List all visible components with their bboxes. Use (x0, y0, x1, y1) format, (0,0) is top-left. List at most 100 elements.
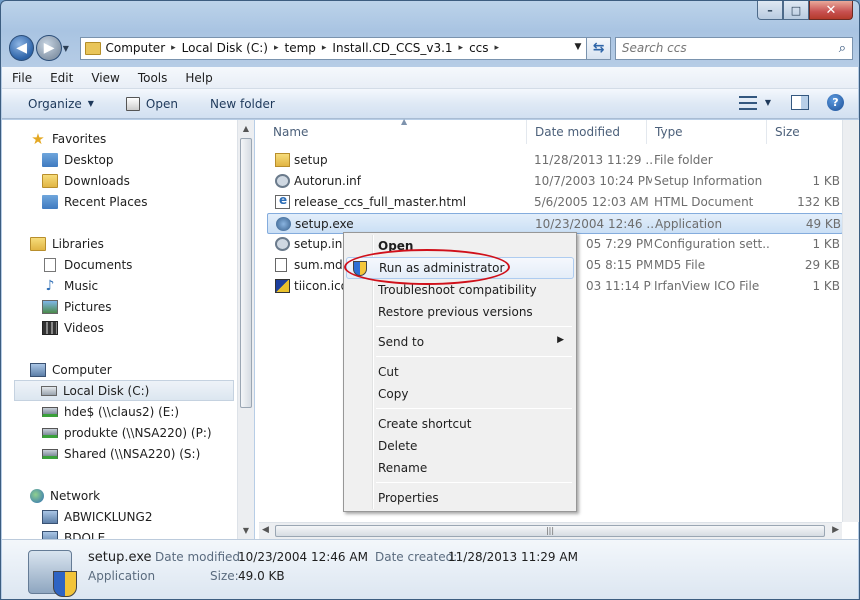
search-icon[interactable]: ⌕ (839, 41, 846, 56)
nav-computer[interactable]: Computer (30, 359, 112, 380)
menu-edit[interactable]: Edit (50, 71, 73, 85)
recent-pages-dropdown[interactable]: ▼ (63, 44, 75, 53)
nav-videos[interactable]: Videos (42, 317, 104, 338)
nav-local-disk[interactable]: Local Disk (C:) (14, 380, 234, 401)
submenu-arrow-icon: ▶ (557, 335, 564, 345)
nav-desktop[interactable]: Desktop (42, 149, 114, 170)
file-date: 5/6/2005 12:03 AM (534, 195, 649, 209)
refresh-button[interactable]: ⇆ (587, 36, 611, 60)
close-button[interactable]: ✕ (809, 1, 853, 20)
table-row-selected[interactable]: setup.exe 10/23/2004 12:46 ... Applicati… (267, 213, 843, 234)
menu-tools[interactable]: Tools (138, 71, 168, 85)
ctx-rename[interactable]: Rename (346, 457, 574, 479)
column-header-size[interactable]: Size (767, 120, 847, 144)
ctx-cut[interactable]: Cut (346, 361, 574, 383)
ctx-copy[interactable]: Copy (346, 383, 574, 405)
pictures-icon (42, 299, 58, 314)
filelist-vertical-scrollbar-track[interactable] (842, 120, 859, 522)
back-button[interactable]: ◀ (9, 35, 35, 61)
menu-file[interactable]: File (12, 71, 32, 85)
breadcrumb-item-local-disk[interactable]: Local Disk (C:) (182, 41, 268, 55)
nav-favorites[interactable]: ★ Favorites (30, 128, 106, 149)
ctx-send-to[interactable]: Send to ▶ (346, 331, 574, 353)
breadcrumb-item-temp[interactable]: temp (284, 41, 315, 55)
preview-pane-icon[interactable] (791, 95, 809, 110)
nav-produkte-drive[interactable]: produkte (\\NSA220) (P:) (42, 422, 212, 443)
table-row[interactable]: release_ccs_full_master.html 5/6/2005 12… (267, 192, 843, 213)
navigation-pane: ★ Favorites Desktop Downloads Recent Plac… (2, 120, 254, 539)
chevron-down-icon: ▼ (87, 99, 94, 108)
file-date: 05 8:15 PM (586, 258, 652, 272)
nav-label: Videos (64, 320, 104, 335)
ctx-create-shortcut[interactable]: Create shortcut (346, 413, 574, 435)
ctx-delete[interactable]: Delete (346, 435, 574, 457)
scrollbar-thumb[interactable]: ||| (275, 525, 825, 537)
column-label: Name (273, 125, 309, 139)
breadcrumb-separator-icon[interactable]: ▸ (459, 43, 464, 53)
views-icon[interactable] (738, 95, 757, 110)
maximize-button[interactable]: □ (783, 1, 809, 20)
folder-icon (85, 41, 102, 55)
nav-pictures[interactable]: Pictures (42, 296, 112, 317)
desktop-icon (42, 152, 58, 167)
details-name: setup.exe (88, 550, 152, 565)
ctx-troubleshoot-compatibility[interactable]: Troubleshoot compatibility (346, 279, 574, 301)
nav-hde-drive[interactable]: hde$ (\\claus2) (E:) (42, 401, 179, 422)
column-header-date[interactable]: Date modified (527, 120, 647, 144)
nav-bdole[interactable]: BDOLE (42, 527, 105, 539)
views-dropdown-icon[interactable]: ▼ (765, 98, 771, 107)
ctx-label: Run as administrator (379, 261, 505, 275)
table-row[interactable]: setup 11/28/2013 11:29 ... File folder (267, 150, 843, 171)
ctx-restore-previous-versions[interactable]: Restore previous versions (346, 301, 574, 323)
breadcrumb-separator-icon[interactable]: ▸ (495, 43, 500, 53)
nav-downloads[interactable]: Downloads (42, 170, 130, 191)
help-icon[interactable]: ? (827, 94, 844, 111)
scroll-up-icon[interactable]: ▲ (238, 120, 254, 137)
breadcrumb-separator-icon[interactable]: ▸ (171, 43, 176, 53)
table-row[interactable]: Autorun.inf 10/7/2003 10:24 PM Setup Inf… (267, 171, 843, 192)
ctx-run-as-administrator[interactable]: Run as administrator (346, 257, 574, 279)
filelist-horizontal-scrollbar[interactable]: ◀ ||| ▶ (259, 522, 842, 539)
md5-file-icon (275, 258, 287, 272)
scroll-right-icon[interactable]: ▶ (832, 525, 839, 535)
menu-bar: File Edit View Tools Help (2, 67, 858, 89)
breadcrumb-item-computer[interactable]: Computer (105, 41, 165, 55)
minimize-button[interactable]: – (757, 1, 783, 20)
ctx-open[interactable]: Open (346, 235, 574, 257)
menu-view[interactable]: View (91, 71, 119, 85)
file-date: 05 7:29 PM (586, 237, 652, 251)
breadcrumb-separator-icon[interactable]: ▸ (274, 43, 279, 53)
column-header-name[interactable]: Name ▲ (265, 117, 527, 144)
scrollbar-thumb[interactable] (240, 138, 252, 408)
nav-documents[interactable]: Documents (42, 254, 132, 275)
address-bar[interactable]: Computer ▸ Local Disk (C:) ▸ temp ▸ Install… (80, 36, 588, 60)
search-input[interactable] (621, 41, 822, 55)
nav-libraries[interactable]: Libraries (30, 233, 104, 254)
open-button[interactable]: Open (125, 96, 178, 111)
menu-help[interactable]: Help (185, 71, 212, 85)
file-size: 49 KB (805, 217, 841, 231)
uac-shield-icon (353, 261, 367, 276)
refresh-icon: ⇆ (592, 40, 605, 56)
new-folder-button[interactable]: New folder (210, 97, 275, 111)
nav-network[interactable]: Network (30, 485, 100, 506)
column-header-type[interactable]: Type (647, 120, 767, 144)
nav-shared-drive[interactable]: Shared (\\NSA220) (S:) (42, 443, 200, 464)
forward-button[interactable]: ▶ (36, 35, 62, 61)
network-drive-icon (42, 448, 58, 459)
organize-button[interactable]: Organize ▼ (28, 97, 94, 111)
breadcrumb-separator-icon[interactable]: ▸ (322, 43, 327, 53)
address-dropdown-icon[interactable]: ▼ (575, 42, 582, 52)
nav-abwicklung2[interactable]: ABWICKLUNG2 (42, 506, 152, 527)
document-icon (44, 257, 56, 272)
nav-music[interactable]: ♪ Music (42, 275, 99, 296)
scroll-left-icon[interactable]: ◀ (262, 525, 269, 535)
ctx-properties[interactable]: Properties (346, 487, 574, 509)
breadcrumb-item-install[interactable]: Install.CD_CCS_v3.1 (332, 41, 452, 55)
breadcrumb-item-ccs[interactable]: ccs (469, 41, 488, 55)
file-name: tiicon.ico (294, 279, 349, 293)
scroll-down-icon[interactable]: ▼ (238, 522, 254, 539)
details-type: Application (88, 569, 156, 583)
nav-recent-places[interactable]: Recent Places (42, 191, 147, 212)
navpane-scrollbar[interactable]: ▲ ▼ (237, 120, 254, 539)
